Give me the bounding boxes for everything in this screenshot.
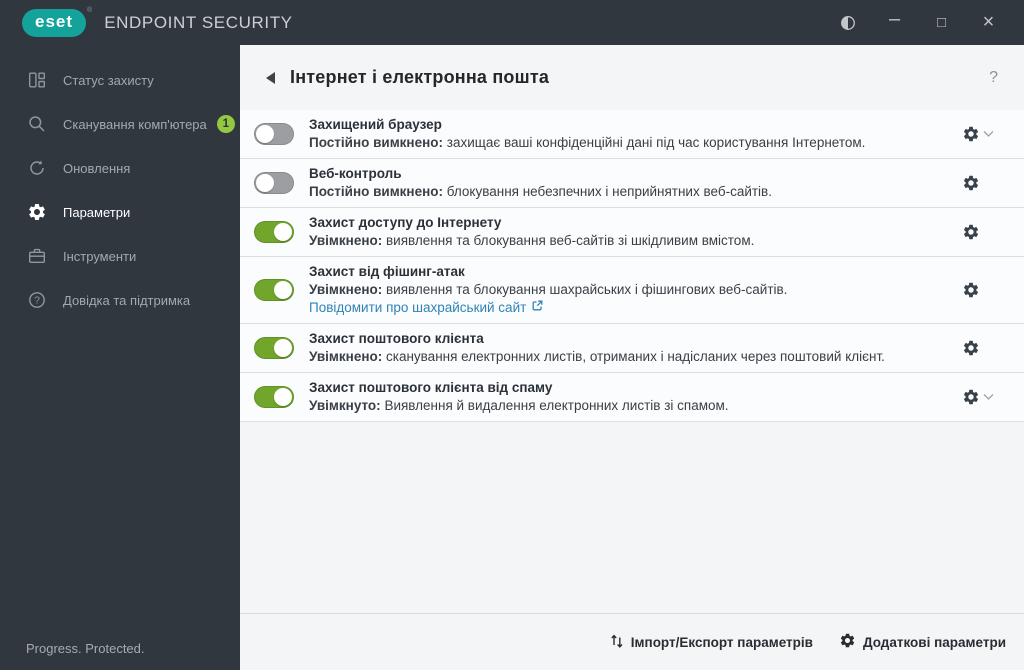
empty-area bbox=[240, 422, 1024, 613]
setting-row-email-client-protection: Захист поштового клієнта Увімкнено: скан… bbox=[240, 324, 1024, 373]
secure-browser-toggle[interactable] bbox=[254, 123, 294, 145]
setting-row-web-control: Веб-контроль Постійно вимкнено: блокуван… bbox=[240, 159, 1024, 208]
sidebar-item-protection-status[interactable]: Статус захисту bbox=[0, 58, 240, 102]
gear-icon[interactable] bbox=[962, 388, 980, 406]
sidebar-item-setup[interactable]: Параметри bbox=[0, 190, 240, 234]
gear-outline-icon bbox=[839, 632, 856, 652]
setting-title: Захист від фішинг-атак bbox=[309, 264, 465, 279]
help-question-icon[interactable]: ? bbox=[989, 69, 998, 87]
eset-logo: eset® bbox=[22, 6, 93, 37]
toggle-knob bbox=[274, 223, 292, 241]
chevron-down-icon[interactable] bbox=[983, 130, 994, 138]
antiphishing-toggle[interactable] bbox=[254, 279, 294, 301]
maximize-button[interactable]: □ bbox=[918, 0, 965, 45]
setting-description: Постійно вимкнено: захищає ваші конфіден… bbox=[309, 135, 866, 150]
setting-text: Веб-контроль Постійно вимкнено: блокуван… bbox=[309, 165, 772, 201]
toggle-knob bbox=[274, 339, 292, 357]
row-actions bbox=[962, 223, 994, 241]
row-actions bbox=[962, 174, 994, 192]
setting-title: Захист поштового клієнта від спаму bbox=[309, 380, 553, 395]
eset-endpoint-security-window: eset® ENDPOINT SECURITY – □ × Статус зах… bbox=[0, 0, 1024, 670]
setting-description: Увімкнено: виявлення та блокування веб-с… bbox=[309, 233, 755, 248]
update-icon bbox=[26, 158, 47, 179]
row-actions bbox=[962, 125, 994, 143]
toggle-knob bbox=[256, 174, 274, 192]
svg-text:?: ? bbox=[34, 295, 40, 307]
sidebar-item-label: Довідка та підтримка bbox=[63, 292, 191, 308]
web-control-toggle[interactable] bbox=[254, 172, 294, 194]
setting-title: Веб-контроль bbox=[309, 166, 402, 181]
report-phishing-site-link[interactable]: Повідомити про шахрайський сайт bbox=[309, 299, 544, 317]
page-header: Інтернет і електронна пошта ? bbox=[240, 45, 1024, 110]
web-access-protection-toggle[interactable] bbox=[254, 221, 294, 243]
import-export-settings-button[interactable]: Імпорт/Експорт параметрів bbox=[610, 633, 813, 651]
sidebar-item-label: Оновлення bbox=[63, 160, 131, 176]
row-actions bbox=[962, 388, 994, 406]
settings-icon bbox=[26, 202, 47, 223]
page-title: Інтернет і електронна пошта bbox=[290, 67, 550, 87]
sidebar-item-update[interactable]: Оновлення bbox=[0, 146, 240, 190]
sidebar: Статус захисту Сканування комп'ютера 1 О… bbox=[0, 45, 240, 670]
settings-list: Захищений браузер Постійно вимкнено: зах… bbox=[240, 110, 1024, 422]
sidebar-item-tools[interactable]: Інструменти bbox=[0, 234, 240, 278]
sidebar-item-computer-scan[interactable]: Сканування комп'ютера 1 bbox=[0, 102, 240, 146]
minimize-button[interactable]: – bbox=[871, 0, 918, 45]
sidebar-item-label: Статус захисту bbox=[63, 72, 154, 88]
row-actions bbox=[962, 339, 994, 357]
toggle-knob bbox=[274, 388, 292, 406]
setting-text: Захист поштового клієнта Увімкнено: скан… bbox=[309, 330, 885, 366]
main-panel: Інтернет і електронна пошта ? Захищений … bbox=[240, 45, 1024, 670]
setting-title: Захист поштового клієнта bbox=[309, 331, 484, 346]
setting-text: Захист поштового клієнта від спаму Увімк… bbox=[309, 379, 729, 415]
setting-title: Захищений браузер bbox=[309, 117, 442, 132]
setting-title: Захист доступу до Інтернету bbox=[309, 215, 502, 230]
setting-row-secure-browser: Захищений браузер Постійно вимкнено: зах… bbox=[240, 110, 1024, 159]
setting-row-antiphishing: Захист від фішинг-атак Увімкнено: виявле… bbox=[240, 257, 1024, 324]
tools-icon bbox=[26, 246, 47, 267]
protection-status-icon bbox=[26, 70, 47, 91]
setting-row-web-access-protection: Захист доступу до Інтернету Увімкнено: в… bbox=[240, 208, 1024, 257]
toggle-knob bbox=[256, 125, 274, 143]
footer-toolbar: Імпорт/Експорт параметрів Додаткові пара… bbox=[240, 613, 1024, 670]
contrast-theme-icon[interactable] bbox=[824, 0, 871, 45]
back-button[interactable] bbox=[266, 71, 275, 84]
antispam-toggle[interactable] bbox=[254, 386, 294, 408]
gear-icon[interactable] bbox=[962, 281, 980, 299]
sidebar-item-help-support[interactable]: ? Довідка та підтримка bbox=[0, 278, 240, 322]
sidebar-item-label: Сканування комп'ютера bbox=[63, 116, 207, 132]
eset-logo-text: eset bbox=[22, 8, 87, 37]
toggle-knob bbox=[274, 281, 292, 299]
help-icon: ? bbox=[26, 290, 47, 311]
sidebar-item-label: Параметри bbox=[63, 204, 131, 220]
product-title: ENDPOINT SECURITY bbox=[104, 12, 293, 32]
window-controls: – □ × bbox=[824, 0, 1024, 45]
sidebar-item-label: Інструменти bbox=[63, 248, 137, 264]
setting-text: Захищений браузер Постійно вимкнено: зах… bbox=[309, 116, 865, 152]
gear-icon[interactable] bbox=[962, 223, 980, 241]
setting-description: Увімкнено: сканування електронних листів… bbox=[309, 349, 885, 364]
chevron-down-icon[interactable] bbox=[983, 393, 994, 401]
gear-icon[interactable] bbox=[962, 339, 980, 357]
advanced-setup-button[interactable]: Додаткові параметри bbox=[839, 632, 1006, 652]
title-bar: eset® ENDPOINT SECURITY – □ × bbox=[0, 0, 1024, 45]
external-link-icon bbox=[531, 299, 544, 317]
computer-scan-icon bbox=[26, 114, 47, 135]
setting-description: Постійно вимкнено: блокування небезпечни… bbox=[309, 184, 772, 199]
gear-icon[interactable] bbox=[962, 174, 980, 192]
setting-text: Захист доступу до Інтернету Увімкнено: в… bbox=[309, 214, 754, 250]
brand-slogan: Progress. Protected. bbox=[26, 641, 145, 656]
email-client-protection-toggle[interactable] bbox=[254, 337, 294, 359]
scan-count-badge: 1 bbox=[216, 115, 235, 133]
import-export-arrows-icon bbox=[610, 633, 624, 651]
setting-text: Захист від фішинг-атак Увімкнено: виявле… bbox=[309, 263, 787, 317]
row-actions bbox=[962, 281, 994, 299]
registered-trademark: ® bbox=[87, 6, 93, 14]
setting-description: Увімкнуто: Виявлення й видалення електро… bbox=[309, 398, 729, 413]
setting-row-antispam: Захист поштового клієнта від спаму Увімк… bbox=[240, 373, 1024, 422]
close-button[interactable]: × bbox=[965, 0, 1012, 45]
gear-icon[interactable] bbox=[962, 125, 980, 143]
setting-description: Увімкнено: виявлення та блокування шахра… bbox=[309, 282, 788, 297]
